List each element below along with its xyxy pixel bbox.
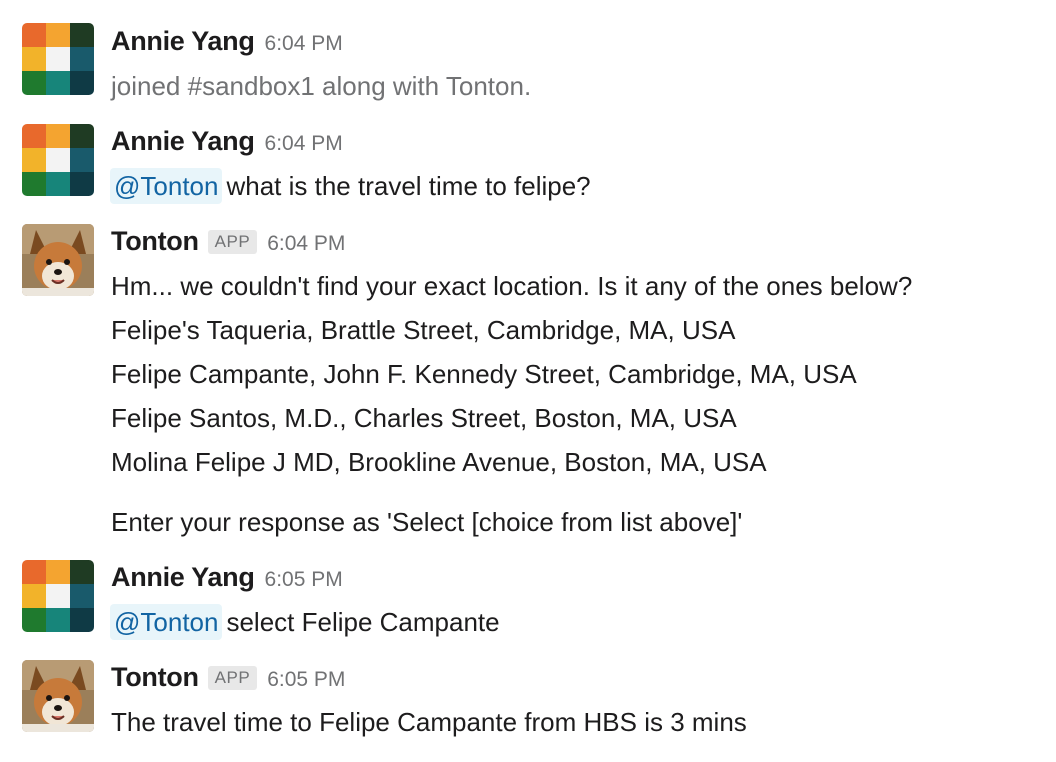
message-header: Annie Yang 6:04 PM <box>111 26 343 60</box>
message-body: what is the travel time to felipe? <box>226 171 591 201</box>
timestamp[interactable]: 6:04 PM <box>265 32 343 56</box>
color-grid-avatar-icon[interactable] <box>22 23 94 95</box>
color-grid-avatar-icon[interactable] <box>22 560 94 632</box>
timestamp[interactable]: 6:04 PM <box>265 132 343 156</box>
author-name[interactable]: Annie Yang <box>111 562 255 593</box>
message-text: Hm... we couldn't find your exact locati… <box>111 271 913 301</box>
timestamp[interactable]: 6:05 PM <box>267 668 345 692</box>
message-header: Tonton APP 6:05 PM <box>111 662 345 696</box>
user-mention[interactable]: @Tonton <box>110 604 223 640</box>
instruction-text: Enter your response as 'Select [choice f… <box>111 507 743 537</box>
location-option: Felipe's Taqueria, Brattle Street, Cambr… <box>111 315 736 345</box>
message-text: joined #sandbox1 along with Tonton. <box>111 71 532 101</box>
shiba-dog-avatar-icon[interactable] <box>22 660 94 732</box>
message-header: Annie Yang 6:04 PM <box>111 126 343 160</box>
color-grid-avatar-icon[interactable] <box>22 124 94 196</box>
author-name[interactable]: Annie Yang <box>111 26 255 57</box>
message-text: @Tonton what is the travel time to felipe… <box>110 168 591 204</box>
shiba-dog-avatar-icon[interactable] <box>22 224 94 296</box>
message-body: select Felipe Campante <box>226 607 500 637</box>
user-mention[interactable]: @Tonton <box>110 168 223 204</box>
location-option: Felipe Campante, John F. Kennedy Street,… <box>111 359 857 389</box>
location-option: Molina Felipe J MD, Brookline Avenue, Bo… <box>111 447 767 477</box>
author-name[interactable]: Tonton <box>111 662 199 693</box>
app-badge: APP <box>207 230 258 254</box>
message-text: The travel time to Felipe Campante from … <box>111 707 747 737</box>
timestamp[interactable]: 6:04 PM <box>267 232 345 256</box>
timestamp[interactable]: 6:05 PM <box>265 568 343 592</box>
app-badge: APP <box>207 666 258 690</box>
author-name[interactable]: Annie Yang <box>111 126 255 157</box>
message-text: @Tonton select Felipe Campante <box>110 604 500 640</box>
author-name[interactable]: Tonton <box>111 226 199 257</box>
location-option: Felipe Santos, M.D., Charles Street, Bos… <box>111 403 737 433</box>
message-header: Annie Yang 6:05 PM <box>111 562 343 596</box>
message-header: Tonton APP 6:04 PM <box>111 226 345 260</box>
